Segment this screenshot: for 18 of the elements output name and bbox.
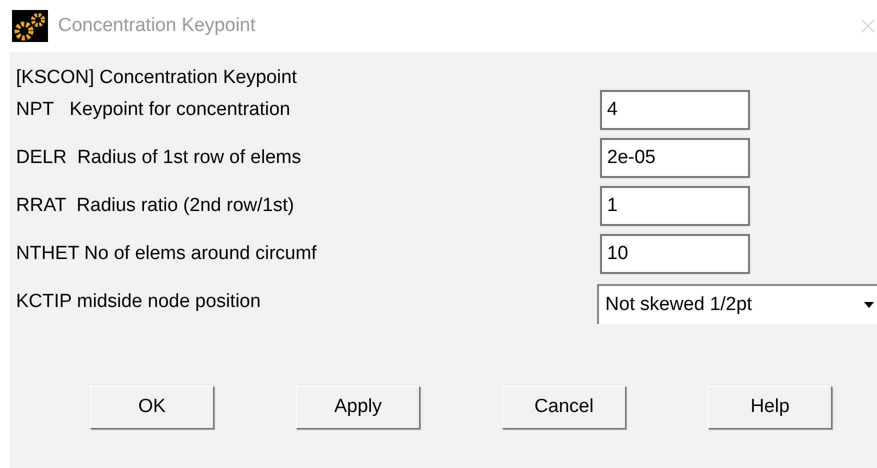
gears-icon bbox=[12, 10, 48, 42]
input-field[interactable]: 1 bbox=[600, 186, 750, 226]
input-field[interactable]: 2e-05 bbox=[600, 138, 750, 178]
field-label: DELR Radius of 1st row of elems bbox=[16, 146, 302, 170]
input-field[interactable]: 4 bbox=[600, 90, 750, 130]
field-label: RRAT Radius ratio (2nd row/1st) bbox=[16, 194, 296, 218]
dialog-button[interactable]: Help bbox=[708, 386, 832, 429]
field-label: KCTIP midside node position bbox=[16, 290, 262, 314]
dialog-button[interactable]: Apply bbox=[296, 386, 420, 429]
caret-icon[interactable] bbox=[863, 301, 875, 309]
field-label: NPT Keypoint for concentration bbox=[16, 98, 292, 122]
dialog-button[interactable]: OK bbox=[90, 386, 214, 429]
dialog-button[interactable]: Cancel bbox=[502, 386, 626, 429]
window-title: Concentration Keypoint bbox=[58, 14, 256, 38]
input-field[interactable]: 10 bbox=[600, 234, 750, 274]
dropdown[interactable]: Not skewed 1/2pt bbox=[597, 284, 877, 324]
field-label: NTHET No of elems around circumf bbox=[16, 242, 318, 266]
dialog-heading: [KSCON] Concentration Keypoint bbox=[16, 66, 298, 90]
